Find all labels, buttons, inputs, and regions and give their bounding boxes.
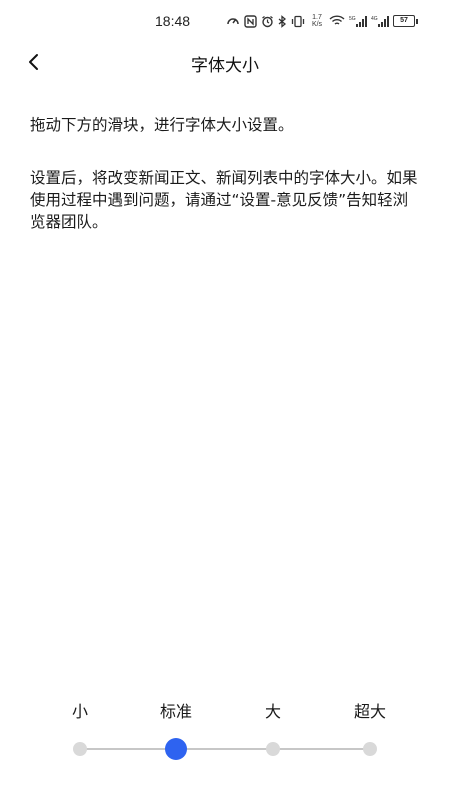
speed-unit: K/s — [311, 21, 323, 28]
slider-stop-standard-selected[interactable] — [165, 738, 187, 760]
wifi-icon — [329, 15, 345, 27]
content: 拖动下方的滑块，进行字体大小设置。 设置后，将改变新闻正文、新闻列表中的字体大小… — [30, 114, 422, 233]
battery-level: 57 — [393, 15, 418, 27]
battery-icon: 57 — [393, 15, 418, 27]
nav-bar: 字体大小 — [0, 40, 450, 84]
slider-track[interactable] — [80, 748, 370, 750]
network-speed: 1.7 K/s — [309, 14, 325, 28]
font-size-labels: 小 标准 大 超大 — [0, 698, 450, 722]
bluetooth-icon — [278, 14, 287, 28]
alarm-icon — [261, 15, 274, 28]
status-icons: 1.7 K/s 5G 4G 57 — [226, 12, 418, 30]
instruction-text: 拖动下方的滑块，进行字体大小设置。 — [30, 116, 294, 134]
description-text: 设置后，将改变新闻正文、新闻列表中的字体大小。如果使用过程中遇到问题，请通过“设… — [30, 169, 418, 231]
signal-1-label: 5G — [349, 16, 356, 22]
slider-stop-small[interactable] — [73, 742, 87, 756]
signal-2-label: 4G — [371, 16, 378, 22]
nfc-icon — [244, 14, 257, 28]
vibrate-icon — [291, 15, 305, 28]
page-title: 字体大小 — [191, 56, 259, 76]
slider-stop-large[interactable] — [266, 742, 280, 756]
font-size-label-standard[interactable]: 标准 — [160, 698, 192, 722]
slider-stop-extra-large[interactable] — [363, 742, 377, 756]
signal-icon: 4G — [371, 15, 389, 28]
font-size-label-extra-large[interactable]: 超大 — [354, 698, 386, 722]
signal-icon: 5G — [349, 15, 367, 28]
font-size-label-large[interactable]: 大 — [265, 698, 281, 722]
status-bar: 18:48 1.7 K/s 5G 4G 57 — [0, 0, 450, 40]
font-size-label-small[interactable]: 小 — [72, 698, 88, 722]
status-time: 18:48 — [155, 13, 191, 29]
speed-value: 1.7 — [312, 14, 322, 21]
font-size-slider[interactable] — [0, 738, 450, 760]
speed-gauge-icon — [226, 14, 240, 28]
